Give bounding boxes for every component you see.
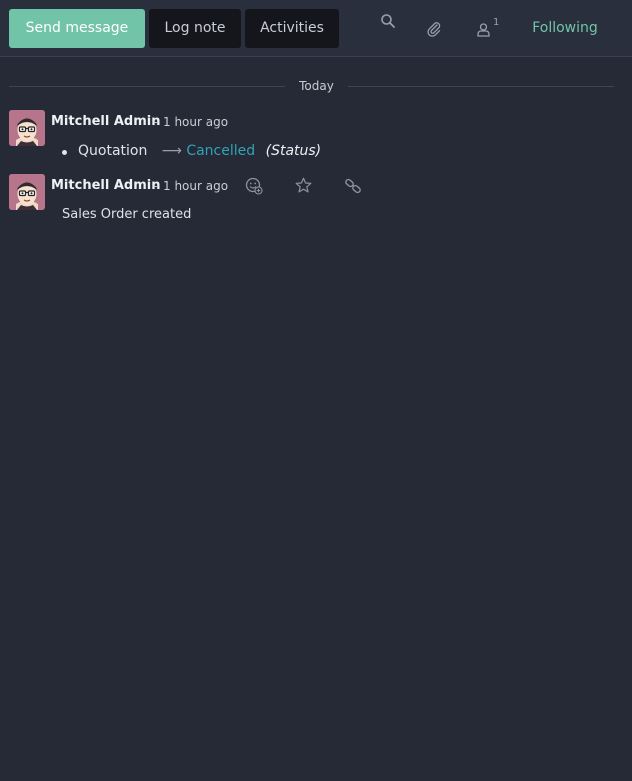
author-time-separator: - — [153, 179, 158, 193]
message-item: Mitchell Admin - 1 hour ago Sales Order … — [9, 174, 614, 224]
message-timestamp: 1 hour ago — [163, 115, 229, 129]
separator-line-right — [348, 86, 614, 87]
bullet — [62, 150, 67, 155]
smiley-add-icon[interactable] — [245, 177, 263, 199]
message-author[interactable]: Mitchell Admin — [51, 178, 160, 193]
message-timestamp: 1 hour ago — [163, 179, 229, 193]
date-separator: Today — [9, 78, 614, 94]
avatar[interactable] — [9, 110, 45, 146]
following-button[interactable]: Following — [517, 9, 613, 48]
star-icon[interactable] — [295, 177, 312, 198]
separator-label: Today — [299, 79, 334, 93]
follower-count[interactable]: 1 — [493, 17, 499, 28]
message-author[interactable]: Mitchell Admin — [51, 114, 160, 129]
arrow-right-icon: ⟶ — [161, 143, 182, 159]
link-icon[interactable] — [344, 177, 362, 199]
separator-line-left — [9, 86, 285, 87]
avatar[interactable] — [9, 174, 45, 210]
user-icon[interactable] — [477, 22, 490, 41]
tracking-old-value: Quotation — [78, 143, 148, 159]
log-note-button[interactable]: Log note — [149, 9, 241, 48]
send-message-button[interactable]: Send message — [9, 9, 145, 48]
activities-button[interactable]: Activities — [245, 9, 339, 48]
message-body: Sales Order created — [62, 207, 192, 222]
chatter-topbar: Send message Log note Activities 1 Follo… — [0, 0, 632, 57]
tracking-new-value: Cancelled — [186, 143, 256, 159]
paperclip-icon[interactable] — [426, 21, 442, 41]
message-item: Mitchell Admin - 1 hour ago Quotation ⟶ … — [9, 110, 614, 160]
tracking-field-name: (Status) — [265, 143, 322, 159]
search-icon[interactable] — [380, 13, 396, 33]
author-time-separator: - — [153, 115, 158, 129]
